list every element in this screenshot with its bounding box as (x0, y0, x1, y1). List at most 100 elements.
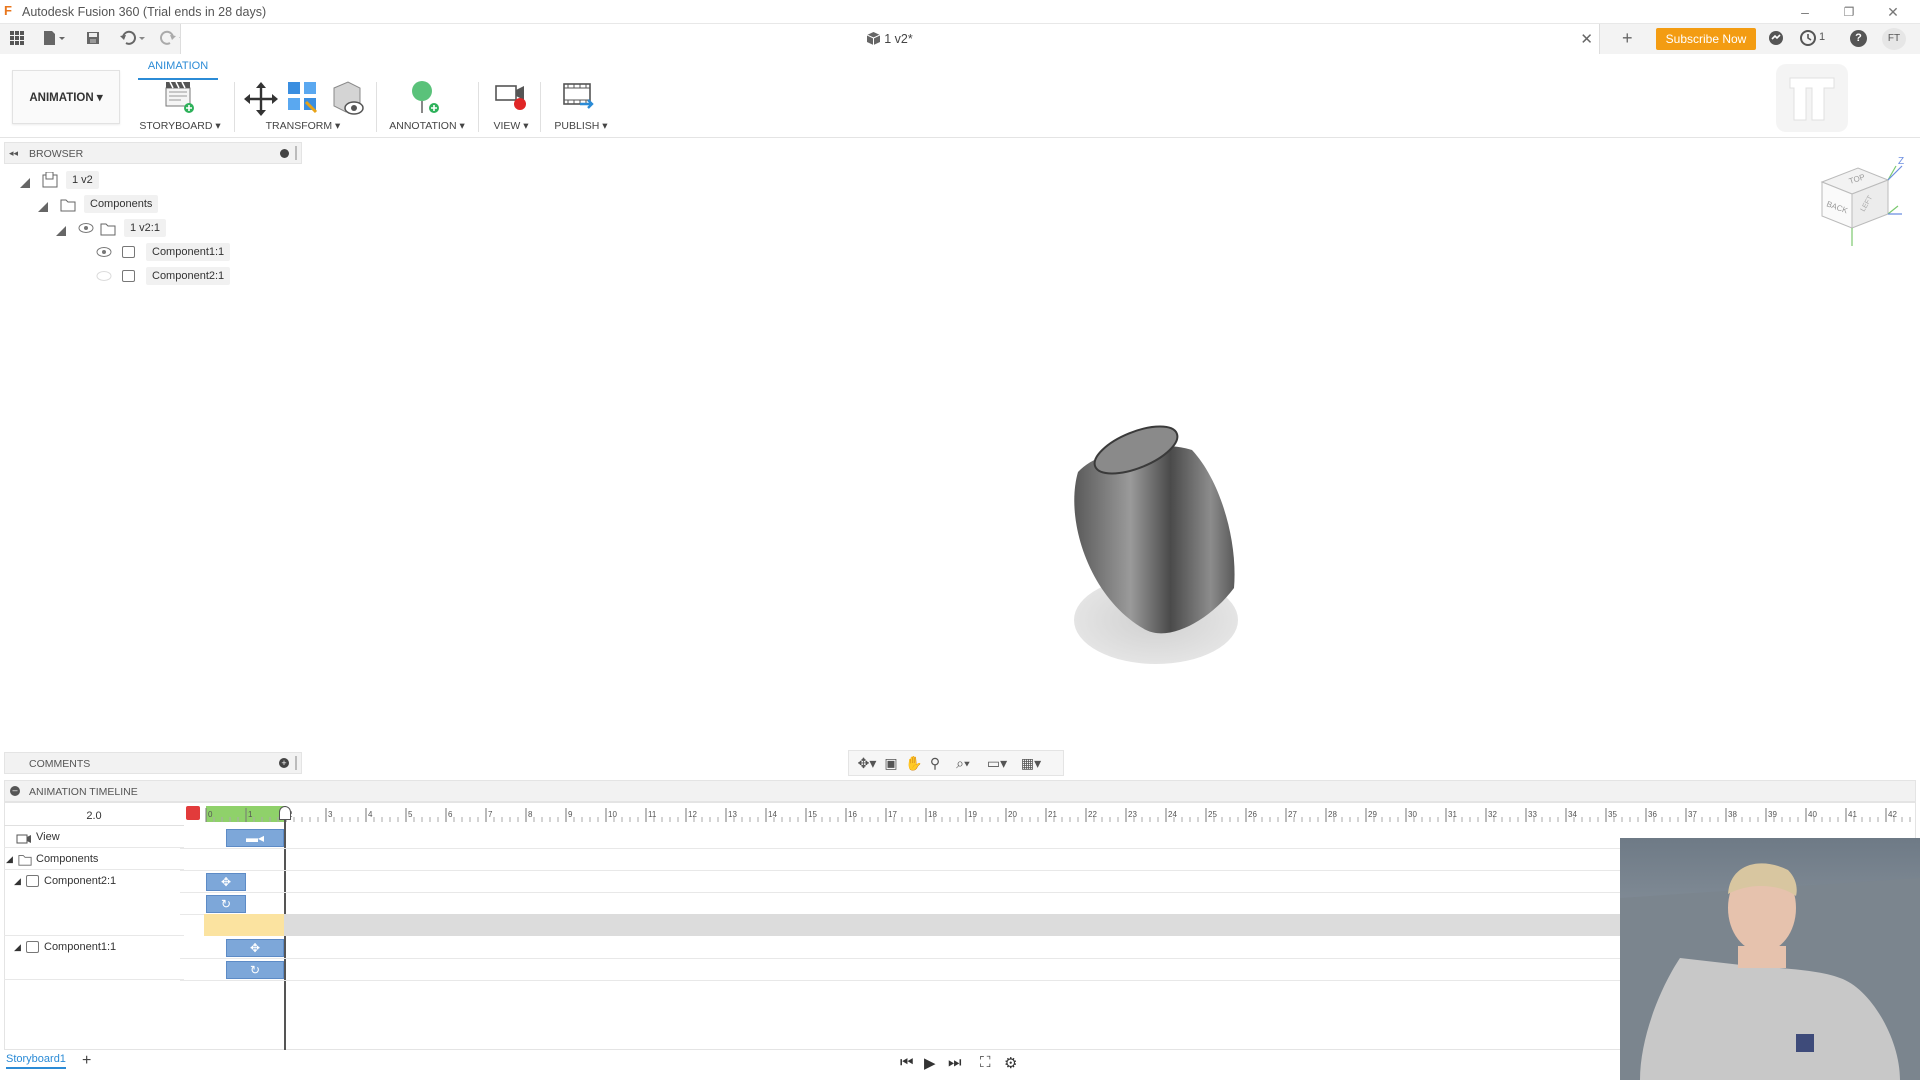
job-status-icon[interactable] (1768, 30, 1784, 51)
tree-item-root[interactable]: 1 v2 (20, 170, 160, 190)
look-at-icon[interactable]: ▣ (883, 755, 899, 771)
tree-item-component1[interactable]: Component1:1 (96, 242, 236, 262)
subscribe-now-button[interactable]: Subscribe Now (1656, 28, 1756, 50)
ruler-tick-label: 31 (1448, 810, 1457, 819)
collapse-panel-icon[interactable]: ◂◂ (9, 148, 18, 159)
panel-drag-handle[interactable] (295, 146, 297, 160)
playback-settings-gear-icon[interactable]: ⚙ (1004, 1054, 1017, 1072)
expand-triangle-icon[interactable] (56, 223, 66, 243)
orbit-icon[interactable]: ✥▾ (853, 755, 881, 771)
workspace-switcher-button[interactable]: ANIMATION ▾ (12, 70, 120, 124)
comments-title: COMMENTS (29, 758, 91, 770)
skip-to-start-icon[interactable]: ⏮ (900, 1054, 914, 1071)
toggle-visibility-icon[interactable] (330, 80, 364, 121)
rotate-keyframe[interactable]: ↻ (206, 895, 246, 913)
transform-move-icon[interactable] (244, 82, 278, 121)
folder-icon (100, 220, 116, 243)
pan-hand-icon[interactable]: ✋ (905, 755, 922, 771)
ruler-tick-label: 25 (1208, 810, 1217, 819)
timeline-panel-header[interactable]: – ANIMATION TIMELINE (4, 780, 1916, 802)
annotation-group[interactable]: ANNOTATION ▾ (382, 120, 472, 132)
tree-item-label: 1 v2 (66, 171, 99, 189)
tree-item-component2[interactable]: Component2:1 (96, 266, 236, 286)
restore-button[interactable]: ❐ (1834, 3, 1864, 21)
playhead-handle[interactable] (279, 806, 291, 820)
minimize-button[interactable]: – (1790, 3, 1820, 21)
move-keyframe[interactable]: ✥ (206, 873, 246, 891)
notifications-clock-icon[interactable] (1800, 30, 1816, 51)
row-label: View (36, 831, 60, 843)
fullscreen-icon[interactable]: ⛶ (980, 1054, 991, 1071)
timeline-row-component2[interactable]: ◢ Component2:1 (4, 870, 184, 936)
comments-panel-header[interactable]: COMMENTS + (4, 752, 302, 774)
selected-track-band[interactable] (204, 914, 1620, 936)
ruler-tick-label: 30 (1408, 810, 1417, 819)
browser-panel-header[interactable]: ◂◂ BROWSER (4, 142, 302, 164)
timeline-row-component1[interactable]: ◢ Component1:1 (4, 936, 184, 980)
timeline-row-components[interactable]: ◢ Components (4, 848, 184, 870)
save-icon[interactable] (84, 30, 102, 50)
ruler-tick-label: 37 (1688, 810, 1697, 819)
new-storyboard-icon[interactable] (164, 80, 196, 119)
pin-panel-icon[interactable] (280, 149, 289, 158)
delete-keyframes-icon[interactable] (186, 806, 200, 820)
skip-to-end-icon[interactable]: ⏭ (948, 1054, 962, 1071)
callout-pin-icon[interactable] (408, 80, 442, 121)
current-time-field[interactable]: 2.0 (4, 806, 184, 826)
transform-group[interactable]: TRANSFORM ▾ (262, 120, 344, 132)
zoom-icon[interactable]: ⚲ (927, 755, 943, 771)
help-icon[interactable]: ? (1850, 30, 1867, 47)
viewcube[interactable]: TOP BACK LEFT Z (1812, 154, 1916, 258)
auto-explode-icon[interactable] (286, 80, 320, 119)
display-settings-icon[interactable]: ▭▾ (983, 755, 1011, 771)
expand-triangle-icon[interactable] (20, 175, 30, 195)
expand-triangle-icon[interactable]: ◢ (6, 848, 13, 870)
selected-range-highlight[interactable] (204, 914, 284, 936)
fit-zoom-icon[interactable]: ⌕▾ (949, 755, 977, 771)
storyboard-group[interactable]: STORYBOARD ▾ (138, 120, 222, 132)
rotate-keyframe[interactable]: ↻ (226, 961, 284, 979)
add-storyboard-button[interactable]: + (82, 1052, 91, 1070)
timeline-title: ANIMATION TIMELINE (29, 786, 138, 798)
tab-animation[interactable]: ANIMATION (138, 58, 218, 80)
notifications-count: 1 (1819, 31, 1826, 43)
data-panel-grid-icon[interactable] (8, 30, 26, 50)
ruler-tick-label: 39 (1768, 810, 1777, 819)
ruler-tick-label: 32 (1488, 810, 1497, 819)
tree-item-components[interactable]: Components (38, 194, 168, 214)
record-view-icon[interactable] (494, 82, 528, 117)
play-icon[interactable]: ▶ (924, 1054, 936, 1072)
visibility-eye-icon[interactable] (96, 245, 112, 266)
component-icon (26, 941, 39, 953)
undo-icon[interactable] (118, 30, 148, 50)
model-viewport-object[interactable] (1060, 420, 1260, 670)
publish-video-icon[interactable] (562, 82, 598, 117)
timeline-row-view[interactable]: View (4, 826, 184, 848)
expand-triangle-icon[interactable]: ◢ (14, 870, 21, 892)
grid-settings-icon[interactable]: ▦▾ (1017, 755, 1045, 771)
ruler-tick-label: 7 (488, 810, 493, 819)
expand-triangle-icon[interactable] (38, 199, 48, 219)
expand-triangle-icon[interactable]: ◢ (14, 936, 21, 958)
document-tab[interactable]: 1 v2* ✕ (180, 24, 1600, 54)
view-camera-keyframe[interactable]: ▬◂ (226, 829, 284, 847)
collapse-timeline-icon[interactable]: – (10, 786, 20, 796)
hidden-eye-icon[interactable] (96, 269, 112, 290)
close-window-button[interactable]: ✕ (1878, 3, 1908, 21)
ruler-tick-label: 10 (608, 810, 617, 819)
timeline-ruler[interactable]: 0123456789101112131415161718192021222324… (200, 808, 1912, 824)
tree-item-assembly[interactable]: 1 v2:1 (56, 218, 176, 238)
document-cube-icon (867, 32, 881, 48)
ruler-tick-label: 17 (888, 810, 897, 819)
view-group[interactable]: VIEW ▾ (488, 120, 534, 132)
panel-drag-handle[interactable] (295, 756, 297, 770)
move-keyframe[interactable]: ✥ (226, 939, 284, 957)
publish-group[interactable]: PUBLISH ▾ (552, 120, 610, 132)
user-avatar[interactable]: FT (1882, 28, 1906, 50)
close-document-button[interactable]: ✕ (1580, 30, 1593, 48)
storyboard-tab[interactable]: Storyboard1 (6, 1053, 66, 1069)
new-tab-button[interactable]: + (1622, 28, 1633, 49)
file-menu-icon[interactable] (40, 30, 68, 50)
add-comment-icon[interactable]: + (279, 758, 289, 768)
visibility-eye-icon[interactable] (78, 221, 94, 242)
